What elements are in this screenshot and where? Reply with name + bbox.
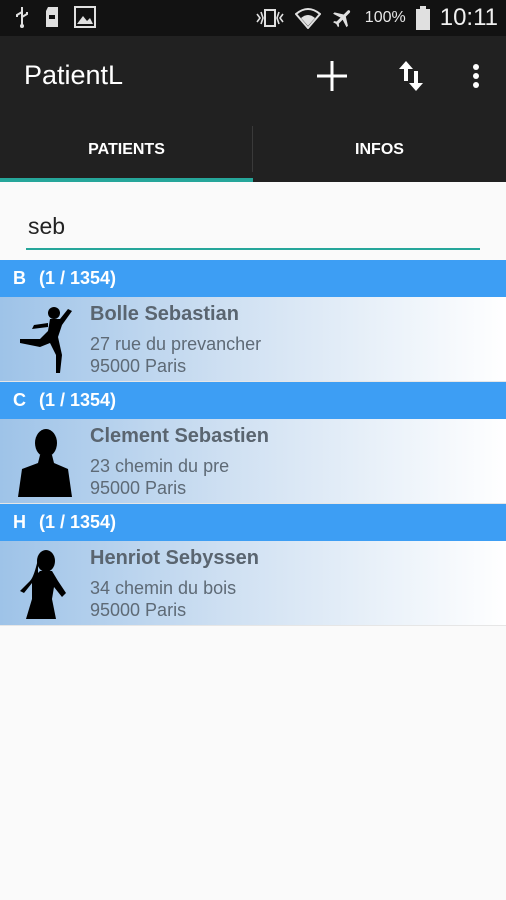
- airplane-icon: [332, 10, 350, 28]
- patient-name: Clement Sebastien: [90, 425, 269, 447]
- patient-row[interactable]: Henriot Sebyssen 34 chemin du bois 95000…: [0, 541, 506, 626]
- sort-button[interactable]: [391, 56, 431, 96]
- tab-patients-label: PATIENTS: [88, 141, 165, 158]
- add-button[interactable]: [312, 56, 352, 96]
- section-count: (1 / 1354): [39, 390, 117, 410]
- image-icon: [74, 6, 96, 28]
- tab-infos-label: INFOS: [355, 141, 404, 158]
- overflow-menu-icon: [473, 64, 479, 88]
- woman-silhouette-icon: [20, 550, 66, 619]
- patient-address: 23 chemin du pre: [90, 456, 230, 476]
- patient-row[interactable]: Clement Sebastien 23 chemin du pre 95000…: [0, 419, 506, 504]
- section-letter: C: [13, 390, 26, 410]
- app-title: PatientL: [24, 60, 124, 90]
- tab-bar: PATIENTS INFOS: [0, 118, 506, 182]
- usb-icon: [16, 7, 28, 28]
- man-bust-silhouette-icon: [18, 429, 72, 497]
- search-field: [26, 206, 480, 250]
- patient-city: 95000 Paris: [90, 600, 187, 620]
- patient-name: Henriot Sebyssen: [90, 547, 259, 569]
- section-count: (1 / 1354): [39, 512, 117, 532]
- patient-row[interactable]: Bolle Sebastian 27 rue du prevancher 950…: [0, 297, 506, 382]
- patient-address: 34 chemin du bois: [90, 578, 237, 598]
- patient-name: Bolle Sebastian: [90, 303, 239, 325]
- section-header-h: H (1 / 1354): [0, 504, 506, 541]
- section-header-b: B (1 / 1354): [0, 260, 506, 297]
- tab-infos[interactable]: INFOS: [253, 118, 506, 182]
- status-right-icons: 100% 10:11: [255, 4, 498, 32]
- vibrate-icon: [256, 9, 284, 27]
- battery-icon: [415, 6, 430, 30]
- dancer-silhouette-icon: [20, 307, 72, 373]
- status-bar: 100% 10:11: [0, 0, 506, 36]
- overflow-menu-button[interactable]: [456, 56, 496, 96]
- battery-percent: 100%: [364, 9, 406, 26]
- patient-address: 27 rue du prevancher: [90, 334, 262, 354]
- section-letter: H: [13, 512, 26, 532]
- app-bar: PatientL: [0, 36, 506, 118]
- section-letter: B: [13, 268, 26, 288]
- tab-patients[interactable]: PATIENTS: [0, 118, 253, 182]
- add-icon: [317, 61, 347, 91]
- section-count: (1 / 1354): [39, 268, 117, 288]
- wifi-icon: [294, 8, 321, 29]
- patient-city: 95000 Paris: [90, 356, 187, 376]
- patient-city: 95000 Paris: [90, 478, 187, 498]
- tab-selected-indicator: [0, 178, 253, 182]
- sort-icon: [399, 61, 423, 91]
- clock: 10:11: [439, 4, 498, 31]
- sd-card-icon: [46, 7, 58, 27]
- search-input[interactable]: [26, 206, 480, 246]
- search-underline: [26, 248, 480, 250]
- status-left-icons: [14, 6, 96, 28]
- section-header-c: C (1 / 1354): [0, 382, 506, 419]
- patient-list: B (1 / 1354) Bolle Sebastian 27 rue du p…: [0, 260, 506, 626]
